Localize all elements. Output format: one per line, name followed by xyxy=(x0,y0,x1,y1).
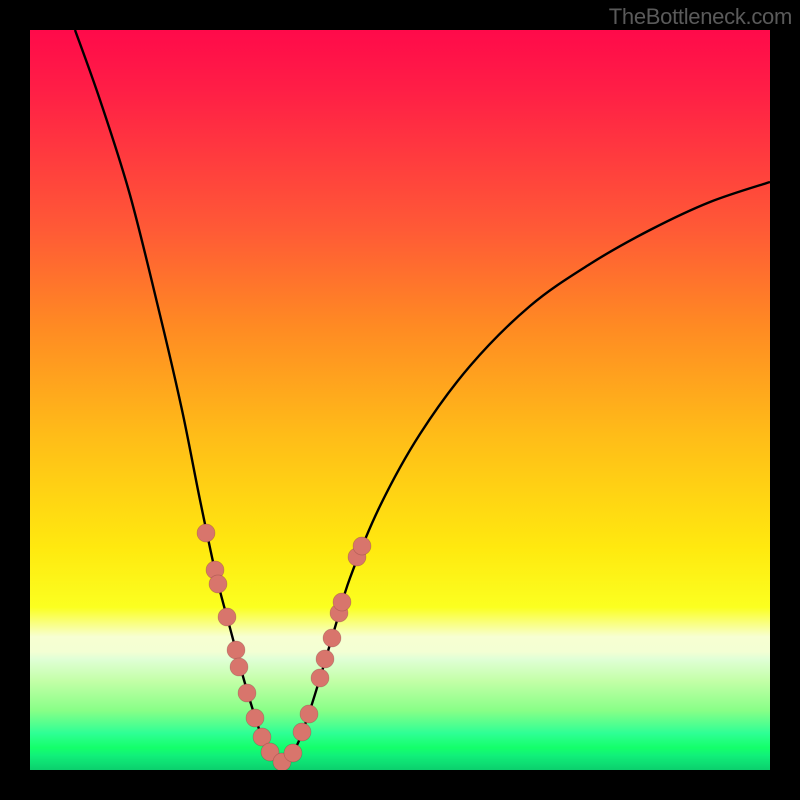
data-point xyxy=(300,705,318,723)
left-curve xyxy=(75,30,282,764)
data-point xyxy=(209,575,227,593)
data-point xyxy=(227,641,245,659)
right-curve xyxy=(282,182,770,764)
data-point xyxy=(238,684,256,702)
data-point xyxy=(316,650,334,668)
watermark-text: TheBottleneck.com xyxy=(609,4,792,30)
data-point xyxy=(230,658,248,676)
outer-frame: TheBottleneck.com xyxy=(0,0,800,800)
chart-svg xyxy=(30,30,770,770)
data-point xyxy=(323,629,341,647)
scatter-dots xyxy=(197,524,371,770)
plot-area xyxy=(30,30,770,770)
data-point xyxy=(293,723,311,741)
data-point xyxy=(353,537,371,555)
data-point xyxy=(197,524,215,542)
data-point xyxy=(284,744,302,762)
data-point xyxy=(311,669,329,687)
data-point xyxy=(218,608,236,626)
data-point xyxy=(246,709,264,727)
data-point xyxy=(333,593,351,611)
